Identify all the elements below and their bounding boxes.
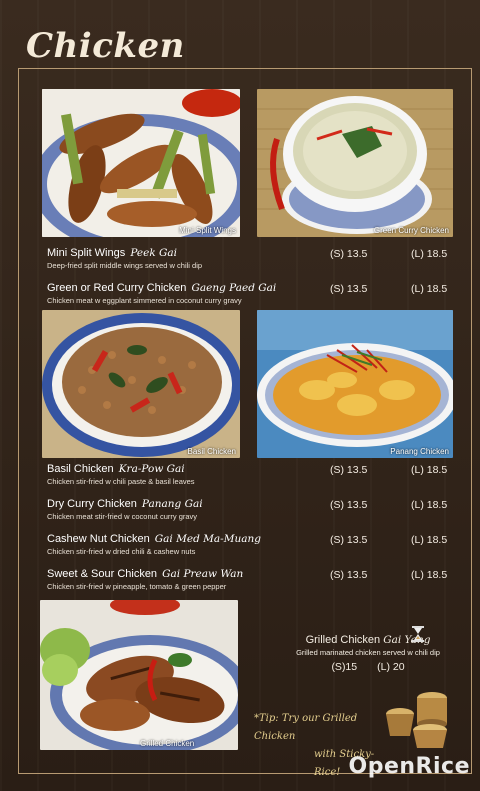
item-name: Sweet & Sour Chicken <box>47 568 158 580</box>
item-name: Green or Red Curry Chicken <box>47 282 187 294</box>
photo-caption: Panang Chicken <box>390 447 449 456</box>
page-title: Chicken <box>26 26 185 66</box>
item-description: Chicken meat w eggplant simmered in coco… <box>47 296 242 305</box>
openrice-watermark-logo: OpenRice <box>348 754 470 779</box>
photo-caption: Basil Chicken <box>187 447 236 456</box>
price-small: (S) 13.5 <box>330 248 368 260</box>
sticky-rice-baskets-image <box>386 692 447 748</box>
item-name: Cashew Nut Chicken <box>47 533 150 545</box>
photo-panang-chicken: Panang Chicken <box>257 310 453 458</box>
price-large: (L) 18.5 <box>411 248 448 260</box>
photo-green-curry-chicken: Green Curry Chicken <box>257 89 453 237</box>
item-thai-name: Peek Gai <box>130 247 178 259</box>
photo-grilled-chicken: Grilled Chicken <box>40 600 238 750</box>
menu-item: Dry Curry Chicken Panang Gai Chicken mea… <box>47 498 203 521</box>
item-description: Grilled marinated chicken served w chili… <box>296 648 440 657</box>
menu-item-grilled-chicken: Grilled Chicken Gai Yang Grilled marinat… <box>268 634 468 673</box>
menu-item: Basil Chicken Kra-Pow Gai Chicken stir-f… <box>47 463 195 486</box>
price-large: (L) 18.5 <box>411 534 448 546</box>
item-description: Chicken meat stir-fried w coconut curry … <box>47 512 198 521</box>
item-name: Basil Chicken <box>47 463 114 475</box>
tip-line-1: *Tip: Try our Grilled Chicken <box>254 713 358 742</box>
item-thai-name: Kra-Pow Gai <box>118 463 185 475</box>
price-small: (S) 13.5 <box>330 499 368 511</box>
price-large: (L) 18.5 <box>411 464 448 476</box>
photo-caption: Mini Split Wings <box>179 226 236 235</box>
price-small: (S) 13.5 <box>330 464 368 476</box>
menu-item: Cashew Nut Chicken Gai Med Ma-Muang Chic… <box>47 533 261 556</box>
wings-image <box>42 89 240 237</box>
item-name: Grilled Chicken <box>305 634 381 646</box>
item-description: Chicken stir-fried w dried chili & cashe… <box>47 547 196 556</box>
basil-chicken-image <box>42 310 240 458</box>
price-small: (S) 13.5 <box>330 569 368 581</box>
price-large: (L) 20 <box>377 661 405 673</box>
hourglass-icon <box>412 626 424 642</box>
price-large: (L) 18.5 <box>411 569 448 581</box>
photo-caption: Green Curry Chicken <box>373 226 449 235</box>
item-thai-name: Gai Preaw Wan <box>162 568 244 580</box>
price-large: (L) 18.5 <box>411 499 448 511</box>
price-large: (L) 18.5 <box>411 283 448 295</box>
menu-item: Sweet & Sour Chicken Gai Preaw Wan Chick… <box>47 568 243 591</box>
grilled-chicken-image <box>40 600 238 750</box>
menu-item: Green or Red Curry Chicken Gaeng Paed Ga… <box>47 282 276 305</box>
price-small: (S)15 <box>331 661 358 673</box>
photo-basil-chicken: Basil Chicken <box>42 310 240 458</box>
item-name: Mini Split Wings <box>47 247 126 259</box>
item-description: Chicken stir-fried w pineapple, tomato &… <box>47 582 227 591</box>
item-thai-name: Panang Gai <box>141 498 203 510</box>
panang-chicken-image <box>257 310 453 458</box>
green-curry-image <box>257 89 453 237</box>
item-thai-name: Gaeng Paed Gai <box>191 282 277 294</box>
item-description: Deep-fried split middle wings served w c… <box>47 261 203 270</box>
item-thai-name: Gai Med Ma-Muang <box>154 533 261 545</box>
price-small: (S) 13.5 <box>330 283 368 295</box>
menu-item: Mini Split Wings Peek Gai Deep-fried spl… <box>47 247 202 270</box>
photo-mini-split-wings: Mini Split Wings <box>42 89 240 237</box>
item-description: Chicken stir-fried w chili paste & basil… <box>47 477 195 486</box>
price-small: (S) 13.5 <box>330 534 368 546</box>
item-name: Dry Curry Chicken <box>47 498 137 510</box>
photo-caption: Grilled Chicken <box>140 739 195 748</box>
